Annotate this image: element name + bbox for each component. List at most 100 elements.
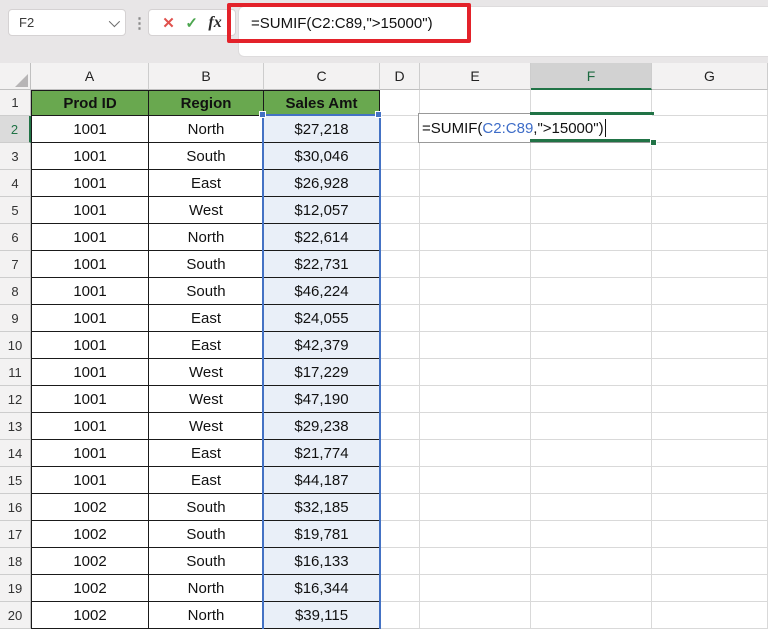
- cell-E19[interactable]: [420, 575, 531, 602]
- cell-F16[interactable]: [531, 494, 652, 521]
- row-header-5[interactable]: 5: [0, 197, 31, 224]
- cell-B15[interactable]: East: [149, 467, 264, 494]
- row-header-2[interactable]: 2: [0, 116, 31, 143]
- enter-icon[interactable]: ✓: [185, 14, 198, 32]
- cell-G19[interactable]: [652, 575, 768, 602]
- cell-D16[interactable]: [380, 494, 420, 521]
- cell-A15[interactable]: 1001: [31, 467, 149, 494]
- cell-B19[interactable]: North: [149, 575, 264, 602]
- row-header-4[interactable]: 4: [0, 170, 31, 197]
- cell-G2[interactable]: [652, 116, 768, 143]
- cell-B5[interactable]: West: [149, 197, 264, 224]
- cell-G4[interactable]: [652, 170, 768, 197]
- cell-G8[interactable]: [652, 278, 768, 305]
- row-header-10[interactable]: 10: [0, 332, 31, 359]
- row-header-14[interactable]: 14: [0, 440, 31, 467]
- cell-A16[interactable]: 1002: [31, 494, 149, 521]
- cell-E20[interactable]: [420, 602, 531, 629]
- cell-D4[interactable]: [380, 170, 420, 197]
- cell-C18[interactable]: $16,133: [264, 548, 380, 575]
- row-header-19[interactable]: 19: [0, 575, 31, 602]
- cell-F8[interactable]: [531, 278, 652, 305]
- cell-C17[interactable]: $19,781: [264, 521, 380, 548]
- row-header-11[interactable]: 11: [0, 359, 31, 386]
- cell-G6[interactable]: [652, 224, 768, 251]
- cell-G14[interactable]: [652, 440, 768, 467]
- cell-E14[interactable]: [420, 440, 531, 467]
- column-header-F[interactable]: F: [531, 63, 652, 90]
- cell-F17[interactable]: [531, 521, 652, 548]
- cell-C11[interactable]: $17,229: [264, 359, 380, 386]
- cell-G13[interactable]: [652, 413, 768, 440]
- cell-G17[interactable]: [652, 521, 768, 548]
- insert-function-icon[interactable]: fx: [208, 14, 221, 32]
- cell-B17[interactable]: South: [149, 521, 264, 548]
- row-header-13[interactable]: 13: [0, 413, 31, 440]
- cell-B2[interactable]: North: [149, 116, 264, 143]
- cell-A2[interactable]: 1001: [31, 116, 149, 143]
- cell-A12[interactable]: 1001: [31, 386, 149, 413]
- cell-D11[interactable]: [380, 359, 420, 386]
- row-header-1[interactable]: 1: [0, 90, 31, 116]
- cell-G16[interactable]: [652, 494, 768, 521]
- cell-G1[interactable]: [652, 90, 768, 116]
- cell-D5[interactable]: [380, 197, 420, 224]
- cell-E13[interactable]: [420, 413, 531, 440]
- cell-E4[interactable]: [420, 170, 531, 197]
- cell-A10[interactable]: 1001: [31, 332, 149, 359]
- column-header-C[interactable]: C: [264, 63, 380, 90]
- cell-D20[interactable]: [380, 602, 420, 629]
- cell-A1[interactable]: Prod ID: [31, 90, 149, 116]
- cell-A4[interactable]: 1001: [31, 170, 149, 197]
- cell-C8[interactable]: $46,224: [264, 278, 380, 305]
- cell-C3[interactable]: $30,046: [264, 143, 380, 170]
- cell-E18[interactable]: [420, 548, 531, 575]
- cell-A17[interactable]: 1002: [31, 521, 149, 548]
- cell-B4[interactable]: East: [149, 170, 264, 197]
- cell-D18[interactable]: [380, 548, 420, 575]
- column-header-E[interactable]: E: [420, 63, 531, 90]
- cell-G7[interactable]: [652, 251, 768, 278]
- cell-C19[interactable]: $16,344: [264, 575, 380, 602]
- cell-F9[interactable]: [531, 305, 652, 332]
- cell-D1[interactable]: [380, 90, 420, 116]
- row-header-8[interactable]: 8: [0, 278, 31, 305]
- cell-G12[interactable]: [652, 386, 768, 413]
- cell-G18[interactable]: [652, 548, 768, 575]
- cell-B8[interactable]: South: [149, 278, 264, 305]
- cell-B11[interactable]: West: [149, 359, 264, 386]
- cell-C2[interactable]: $27,218: [264, 116, 380, 143]
- cell-E6[interactable]: [420, 224, 531, 251]
- cell-C12[interactable]: $47,190: [264, 386, 380, 413]
- row-header-9[interactable]: 9: [0, 305, 31, 332]
- cell-A5[interactable]: 1001: [31, 197, 149, 224]
- row-header-20[interactable]: 20: [0, 602, 31, 629]
- cell-G20[interactable]: [652, 602, 768, 629]
- cell-A20[interactable]: 1002: [31, 602, 149, 629]
- cell-B18[interactable]: South: [149, 548, 264, 575]
- cell-A18[interactable]: 1002: [31, 548, 149, 575]
- row-header-16[interactable]: 16: [0, 494, 31, 521]
- cell-E17[interactable]: [420, 521, 531, 548]
- cell-G11[interactable]: [652, 359, 768, 386]
- cell-F12[interactable]: [531, 386, 652, 413]
- cell-E12[interactable]: [420, 386, 531, 413]
- row-header-15[interactable]: 15: [0, 467, 31, 494]
- cell-G15[interactable]: [652, 467, 768, 494]
- cell-E16[interactable]: [420, 494, 531, 521]
- cell-A3[interactable]: 1001: [31, 143, 149, 170]
- cancel-icon[interactable]: ✕: [162, 14, 175, 32]
- cell-G3[interactable]: [652, 143, 768, 170]
- select-all-button[interactable]: [0, 63, 31, 90]
- cell-C10[interactable]: $42,379: [264, 332, 380, 359]
- cell-E9[interactable]: [420, 305, 531, 332]
- name-box[interactable]: F2: [8, 9, 126, 36]
- cell-G10[interactable]: [652, 332, 768, 359]
- cell-F4[interactable]: [531, 170, 652, 197]
- cell-A14[interactable]: 1001: [31, 440, 149, 467]
- cell-E10[interactable]: [420, 332, 531, 359]
- cell-C15[interactable]: $44,187: [264, 467, 380, 494]
- cell-C14[interactable]: $21,774: [264, 440, 380, 467]
- cell-A6[interactable]: 1001: [31, 224, 149, 251]
- range-handle-top-right[interactable]: [375, 111, 382, 118]
